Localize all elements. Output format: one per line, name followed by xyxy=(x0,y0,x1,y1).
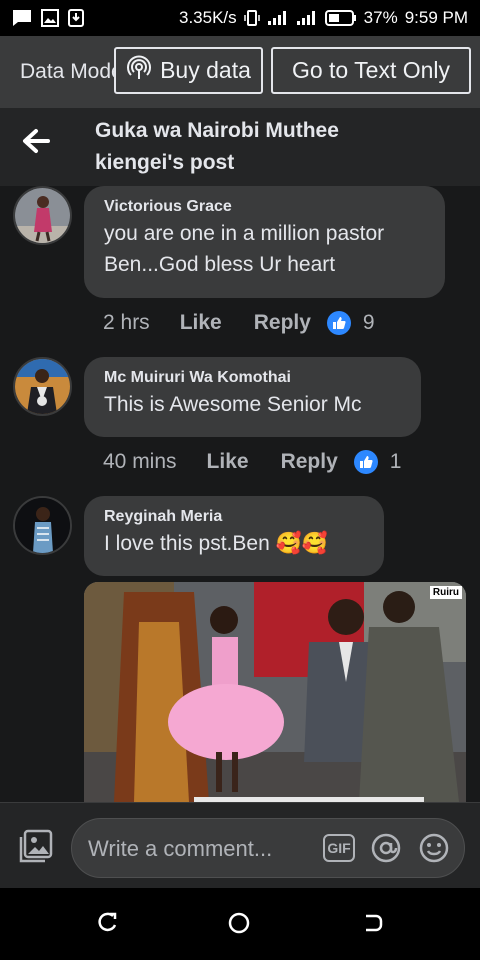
avatar[interactable] xyxy=(13,496,72,555)
signal-icon xyxy=(267,10,289,26)
message-icon xyxy=(12,9,32,27)
like-count[interactable]: 9 xyxy=(363,311,375,335)
data-mode-label: Data Mode xyxy=(20,60,120,83)
post-header: Guka wa Nairobi Muthee kiengei's post xyxy=(0,108,480,186)
image-watermark: Ruiru xyxy=(429,586,462,599)
signal-icon-2 xyxy=(296,10,318,26)
avatar[interactable] xyxy=(13,186,72,245)
comment-time: 2 hrs xyxy=(103,311,150,334)
comment-bubble[interactable]: Mc Muiruri Wa Komothai This is Awesome S… xyxy=(84,357,421,437)
comment-text: This is Awesome Senior Mc xyxy=(104,393,362,416)
thumbs-up-icon xyxy=(353,450,378,474)
gif-button[interactable]: GIF xyxy=(323,834,355,862)
comment-composer: Write a comment... GIF xyxy=(0,802,480,888)
home-icon[interactable] xyxy=(228,912,250,939)
like-button[interactable]: Like xyxy=(180,311,222,335)
photo-gallery-icon[interactable] xyxy=(17,829,55,870)
clock: 9:59 PM xyxy=(404,8,468,27)
data-mode-banner: Data Mode Buy data Go to Text Only xyxy=(0,36,480,108)
comment-author[interactable]: Mc Muiruri Wa Komothai xyxy=(104,369,401,387)
comment-bubble[interactable]: Victorious Grace you are one in a millio… xyxy=(84,186,445,298)
comment-time: 40 mins xyxy=(103,450,177,473)
broadcast-icon xyxy=(126,55,152,87)
comment-text: I love this pst.Ben 🥰🥰 xyxy=(104,532,328,555)
comment-text: you are one in a million pastor Ben...Go… xyxy=(104,222,385,276)
like-count[interactable]: 1 xyxy=(390,450,402,474)
comment-photo[interactable]: Ruiru xyxy=(84,582,466,802)
battery-icon xyxy=(324,10,357,26)
reply-button[interactable]: Reply xyxy=(281,450,338,474)
text-only-label: Go to Text Only xyxy=(291,57,451,83)
vibrate-icon xyxy=(243,9,260,27)
reply-button[interactable]: Reply xyxy=(254,311,311,335)
comment-bubble[interactable]: Reyginah Meria I love this pst.Ben 🥰🥰 xyxy=(84,496,384,576)
back-icon[interactable] xyxy=(362,912,384,939)
mention-icon[interactable] xyxy=(370,832,402,869)
comment-actions: 40 mins Like Reply 1 xyxy=(103,447,401,477)
emoji-icon[interactable] xyxy=(418,832,450,869)
battery-level: 37% xyxy=(363,8,398,27)
recent-apps-icon[interactable] xyxy=(96,912,118,939)
page-title: Guka wa Nairobi Muthee kiengei's post xyxy=(95,119,339,174)
network-speed: 3.35K/s xyxy=(179,8,237,27)
image-icon xyxy=(41,9,59,27)
notification-icons xyxy=(12,9,84,27)
status-bar: 3.35K/s 37% 9:59 PM xyxy=(0,0,480,36)
thumbs-up-icon xyxy=(326,311,351,335)
comment-placeholder: Write a comment... xyxy=(88,836,273,861)
comment-actions: 2 hrs Like Reply 9 xyxy=(103,308,375,338)
buy-data-label: Buy data xyxy=(160,57,251,83)
comment-author[interactable]: Reyginah Meria xyxy=(104,508,364,526)
like-button[interactable]: Like xyxy=(207,450,249,474)
comment-input[interactable]: Write a comment... GIF xyxy=(71,818,465,878)
back-arrow-icon[interactable] xyxy=(22,128,50,154)
avatar[interactable] xyxy=(13,357,72,416)
system-nav-bar xyxy=(0,888,480,960)
download-icon xyxy=(68,9,84,27)
comment-author[interactable]: Victorious Grace xyxy=(104,198,425,216)
buy-data-button[interactable]: Buy data xyxy=(114,47,263,94)
text-only-button[interactable]: Go to Text Only xyxy=(271,47,471,94)
